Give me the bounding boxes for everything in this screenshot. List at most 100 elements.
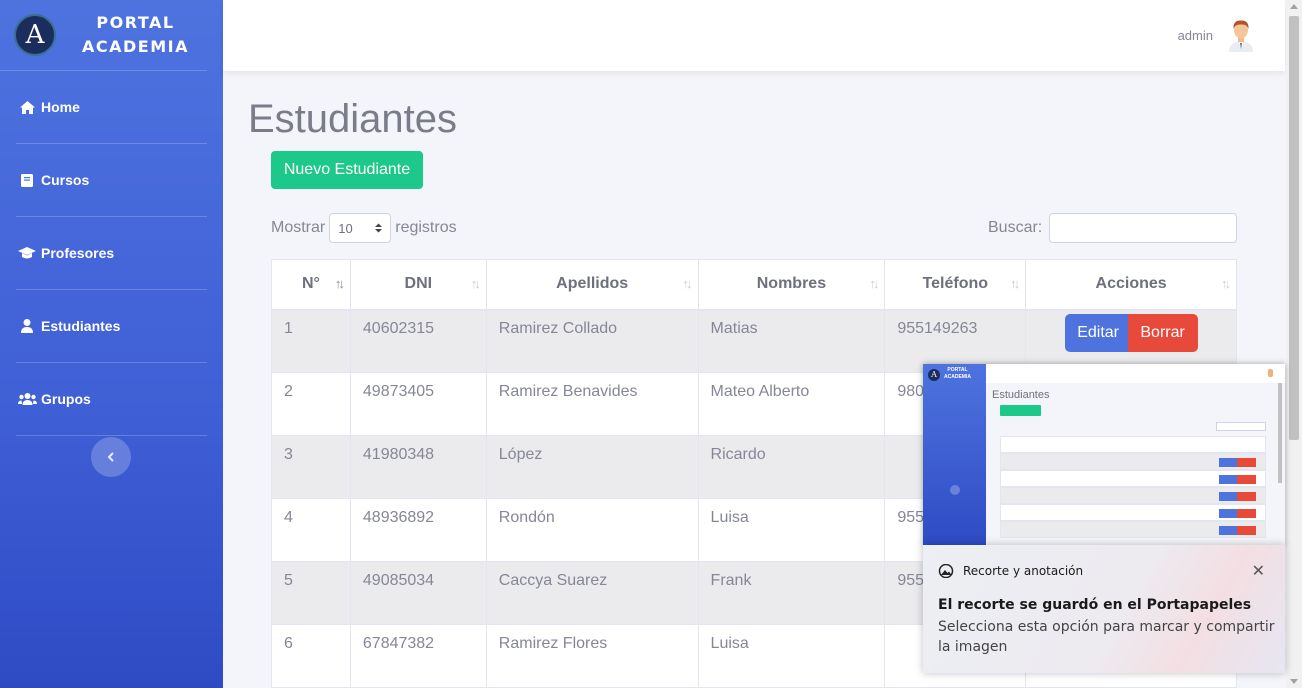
scrollbar-thumb[interactable] xyxy=(1289,16,1299,440)
column-header-apellidos[interactable]: Apellidos ↑↓ xyxy=(485,259,699,311)
table-header-row: N° ↑↓ DNI ↑↓ Apellidos ↑↓ Nombres ↑↓ Teléfon… xyxy=(271,259,1237,311)
cell-number: 5 xyxy=(271,561,351,625)
cell-dni: 67847382 xyxy=(349,624,487,688)
cell-nombres: Luisa xyxy=(697,498,886,562)
thumbnail-title: Estudiantes xyxy=(992,389,1050,401)
cell-apellidos: Ramirez Flores xyxy=(485,624,699,688)
thumbnail-row xyxy=(1000,436,1266,453)
thumbnail-logo-icon: A xyxy=(928,369,940,381)
user-menu[interactable]: admin xyxy=(1178,18,1257,52)
scroll-up-arrow-icon[interactable] xyxy=(1290,4,1298,9)
sidebar-toggle-button[interactable] xyxy=(91,437,131,477)
edit-button[interactable]: Editar xyxy=(1064,314,1132,353)
length-value: 10 xyxy=(338,220,353,236)
cell-nombres: Matias xyxy=(697,309,886,373)
sidebar-item-estudiantes[interactable]: Estudiantes xyxy=(16,290,207,363)
cell-apellidos: Rondón xyxy=(485,498,699,562)
notification-app: Recorte y anotación xyxy=(938,563,1084,579)
sidebar-item-label: Estudiantes xyxy=(41,318,121,334)
column-header-dni[interactable]: DNI ↑↓ xyxy=(349,259,487,311)
brand-name: PORTAL ACADEMIA xyxy=(82,11,189,59)
length-control: Mostrar 10 registros xyxy=(271,213,457,243)
home-icon xyxy=(16,100,38,114)
sort-icon: ↑↓ xyxy=(1010,276,1020,291)
sort-icon: ↑↓ xyxy=(869,276,879,291)
sidebar-item-label: Home xyxy=(41,99,80,115)
column-header-acciones[interactable]: Acciones ↑↓ xyxy=(1025,259,1237,311)
thumbnail-row xyxy=(1000,504,1266,521)
length-suffix: registros xyxy=(395,219,457,236)
cell-number: 6 xyxy=(271,624,351,688)
snip-thumbnail[interactable]: A PORTAL ACADEMIA Estudiantes xyxy=(923,364,1285,546)
sidebar-item-profesores[interactable]: Profesores xyxy=(16,217,207,290)
cell-dni: 40602315 xyxy=(349,309,487,373)
thumbnail-new-button xyxy=(1000,405,1041,416)
topbar: admin xyxy=(223,0,1285,71)
notification-heading: El recorte se guardó en el Portapapeles xyxy=(938,597,1252,613)
length-select[interactable]: 10 xyxy=(329,213,392,243)
cell-number: 2 xyxy=(271,372,351,436)
cell-dni: 41980348 xyxy=(349,435,487,499)
cell-apellidos: Caccya Suarez xyxy=(485,561,699,625)
column-header-nombres[interactable]: Nombres ↑↓ xyxy=(697,259,886,311)
cell-nombres: Mateo Alberto xyxy=(697,372,886,436)
brand-line-1: PORTAL xyxy=(96,13,175,32)
cell-apellidos: Ramirez Collado xyxy=(485,309,699,373)
sidebar-item-home[interactable]: Home xyxy=(16,71,207,144)
snipping-tool-icon xyxy=(938,563,954,579)
column-header-telefono[interactable]: Teléfono ↑↓ xyxy=(884,259,1027,311)
cell-dni: 49873405 xyxy=(349,372,487,436)
sidebar-item-label: Profesores xyxy=(41,245,115,261)
avatar xyxy=(1225,18,1257,52)
cell-dni: 48936892 xyxy=(349,498,487,562)
cell-apellidos: Ramirez Benavides xyxy=(485,372,699,436)
cell-dni: 49085034 xyxy=(349,561,487,625)
scroll-down-arrow-icon[interactable] xyxy=(1290,679,1298,684)
thumbnail-search-box xyxy=(1216,422,1266,431)
thumbnail-topbar xyxy=(986,364,1285,383)
thumbnail-row xyxy=(1000,487,1266,504)
thumbnail-row xyxy=(1000,470,1266,487)
brand-line-2: ACADEMIA xyxy=(82,37,189,56)
search-control: Buscar: xyxy=(988,213,1238,243)
thumbnail-row xyxy=(1000,521,1266,538)
page-title: Estudiantes xyxy=(248,97,458,141)
chevron-left-icon xyxy=(107,449,115,465)
sort-icon: ↑↓ xyxy=(334,276,345,291)
close-icon[interactable]: ✕ xyxy=(1252,561,1265,581)
thumbnail-toggle-icon xyxy=(950,485,960,495)
brand[interactable]: A PORTAL ACADEMIA xyxy=(0,0,207,71)
cell-nombres: Luisa xyxy=(697,624,886,688)
cell-nombres: Frank xyxy=(697,561,886,625)
cell-apellidos: López xyxy=(485,435,699,499)
sort-updown-icon xyxy=(375,221,383,236)
graduation-cap-icon xyxy=(16,247,38,259)
sidebar: A PORTAL ACADEMIA Home Cursos Profesores… xyxy=(0,0,223,688)
sidebar-item-label: Cursos xyxy=(41,172,90,188)
delete-button[interactable]: Borrar xyxy=(1127,314,1198,353)
users-icon xyxy=(16,393,38,405)
thumbnail-avatar-icon xyxy=(1268,369,1273,377)
sort-icon: ↑↓ xyxy=(682,276,693,291)
sort-icon: ↑↓ xyxy=(1221,276,1231,291)
user-icon xyxy=(16,319,38,333)
column-header-number[interactable]: N° ↑↓ xyxy=(271,259,351,311)
thumbnail-row xyxy=(1000,453,1266,470)
search-input[interactable] xyxy=(1049,213,1238,243)
notification-app-name: Recorte y anotación xyxy=(963,564,1084,578)
cell-number: 3 xyxy=(271,435,351,499)
cell-number: 4 xyxy=(271,498,351,562)
snip-notification[interactable]: Recorte y anotación ✕ El recorte se guar… xyxy=(923,545,1285,673)
user-name: admin xyxy=(1177,27,1213,43)
length-prefix: Mostrar xyxy=(271,219,326,236)
new-student-button[interactable]: Nuevo Estudiante xyxy=(271,151,423,189)
page-scrollbar[interactable] xyxy=(1286,0,1302,688)
book-icon xyxy=(16,173,38,187)
sort-icon: ↑↓ xyxy=(470,276,481,291)
sidebar-item-cursos[interactable]: Cursos xyxy=(16,144,207,217)
sidebar-item-label: Grupos xyxy=(41,391,91,407)
cell-number: 1 xyxy=(271,309,351,373)
sidebar-item-grupos[interactable]: Grupos xyxy=(16,363,207,436)
brand-logo: A xyxy=(14,14,56,56)
thumbnail-scrollbar xyxy=(1278,383,1282,483)
